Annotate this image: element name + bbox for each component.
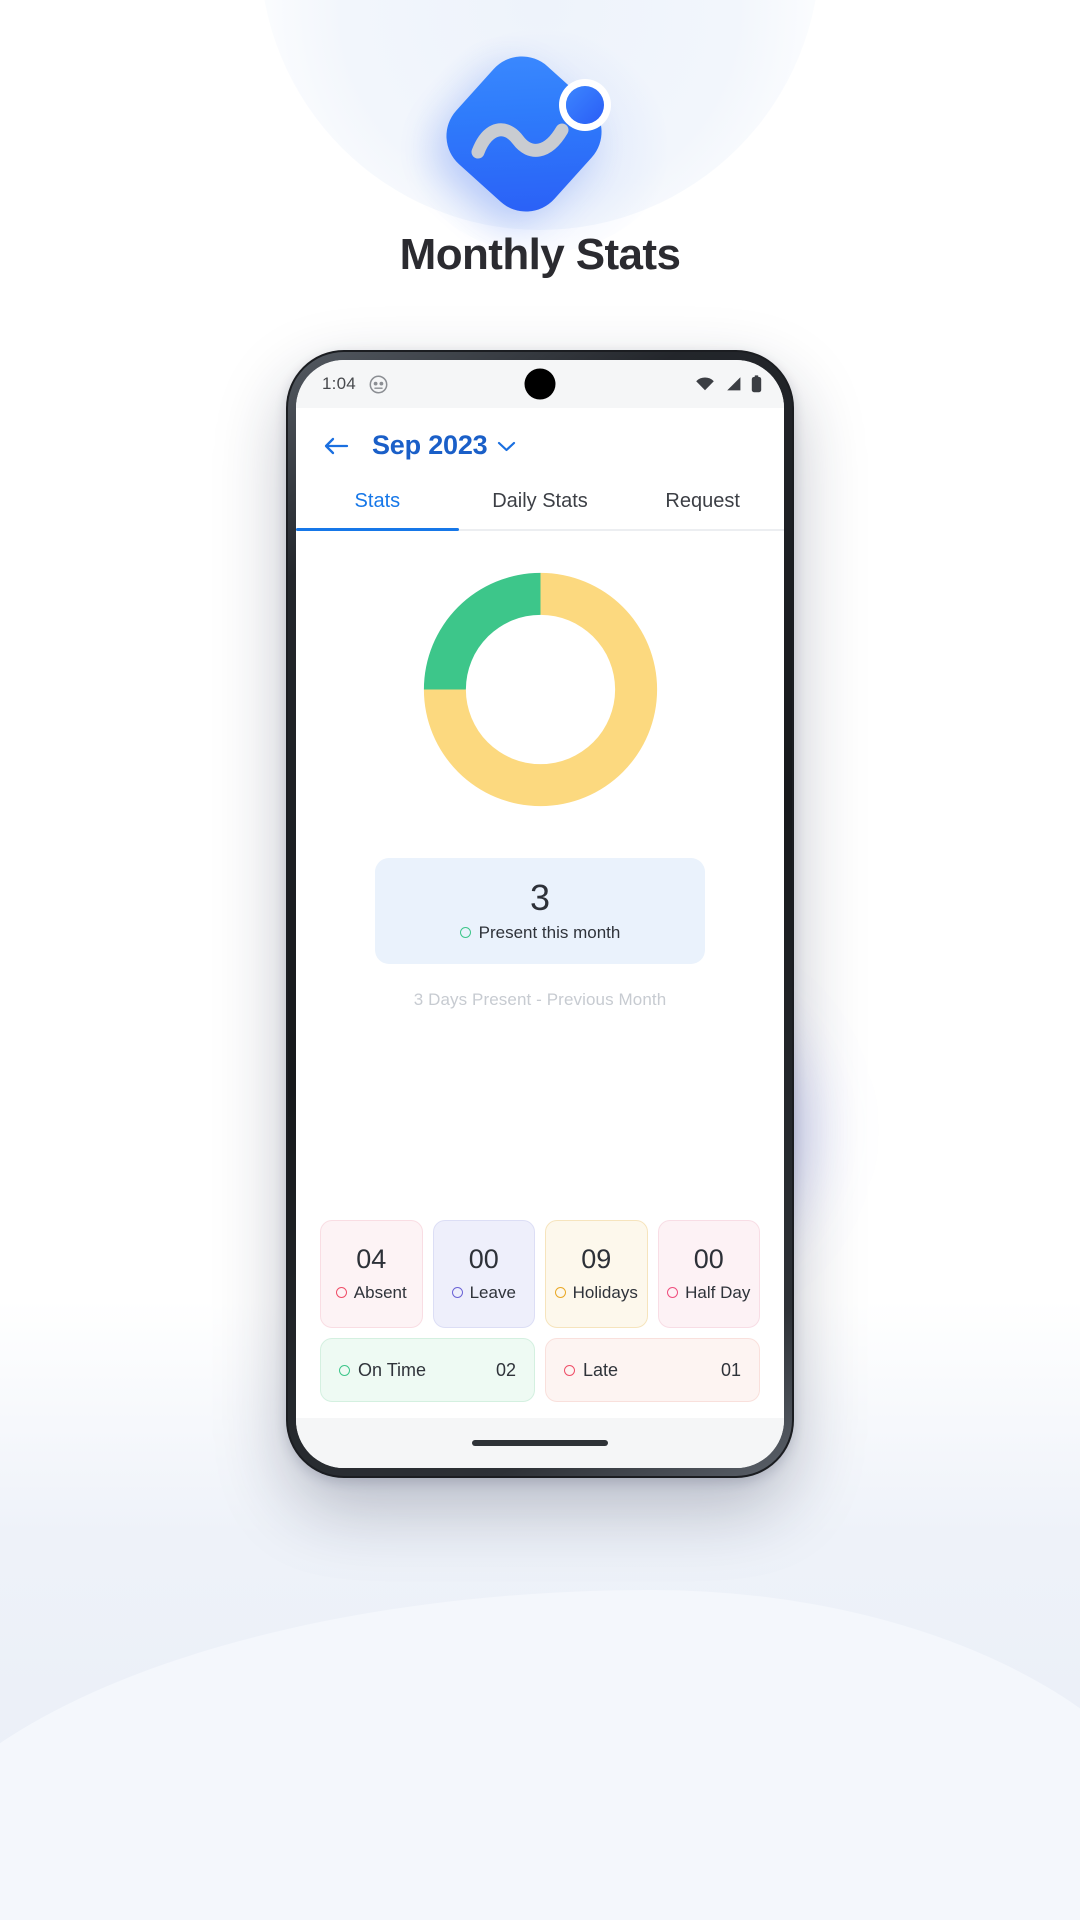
late-left: Late bbox=[564, 1360, 618, 1381]
tile-value: 04 bbox=[356, 1243, 387, 1274]
present-label-row: Present this month bbox=[459, 922, 621, 943]
home-gesture-bar[interactable] bbox=[472, 1440, 608, 1446]
on-time-bullet-icon bbox=[339, 1364, 350, 1376]
wide-value: 02 bbox=[495, 1359, 516, 1380]
tile-value: 09 bbox=[581, 1243, 612, 1274]
status-bar-left: 1:04 bbox=[322, 374, 388, 394]
tab-stats[interactable]: Stats bbox=[296, 477, 459, 531]
tile-label-row: Leave bbox=[451, 1282, 516, 1303]
tile-leave[interactable]: 00 Leave bbox=[432, 1220, 535, 1328]
navigation-area bbox=[296, 1418, 784, 1468]
present-bullet-icon bbox=[459, 927, 471, 938]
present-label: Present this month bbox=[478, 922, 621, 942]
stats-tiles-area: 04 Absent 00 Leave 09 Holidays 00 Half D… bbox=[320, 1220, 760, 1418]
tile-absent[interactable]: 04 Absent bbox=[320, 1220, 423, 1328]
back-arrow-icon[interactable] bbox=[322, 434, 350, 458]
camera-punch-hole bbox=[524, 368, 556, 400]
page-title: Monthly Stats bbox=[399, 230, 681, 279]
absent-bullet-icon bbox=[335, 1287, 347, 1298]
half-day-bullet-icon bbox=[667, 1287, 679, 1298]
logo-accent-dot bbox=[566, 86, 604, 124]
phone-screen: 1:04 Sep 2023 Stats Daily Stats Request … bbox=[296, 360, 784, 1468]
stats-content: 3 Present this month 3 Days Present - Pr… bbox=[296, 531, 784, 1418]
tile-holidays[interactable]: 09 Holidays bbox=[545, 1220, 648, 1328]
month-label: Sep 2023 bbox=[372, 430, 488, 460]
tile-label: Absent bbox=[353, 1282, 407, 1302]
donut-segment-present bbox=[423, 572, 540, 690]
tile-label: Half Day bbox=[685, 1282, 751, 1302]
owl-app-icon bbox=[369, 375, 388, 393]
previous-month-note: 3 Days Present - Previous Month bbox=[413, 990, 667, 1009]
tile-label-row: Absent bbox=[335, 1282, 407, 1303]
status-bar-clock: 1:04 bbox=[322, 374, 356, 393]
present-count: 3 bbox=[529, 876, 551, 918]
wide-value: 01 bbox=[720, 1359, 741, 1380]
cellular-signal-icon bbox=[727, 377, 741, 391]
tile-label: Holidays bbox=[572, 1282, 638, 1302]
tab-request[interactable]: Request bbox=[621, 477, 784, 529]
wide-label: Late bbox=[583, 1359, 619, 1380]
holidays-bullet-icon bbox=[554, 1287, 566, 1298]
donut-chart-svg bbox=[423, 572, 657, 807]
phone-mockup: 1:04 Sep 2023 Stats Daily Stats Request … bbox=[286, 350, 794, 1478]
tile-late[interactable]: Late 01 bbox=[545, 1338, 760, 1402]
wifi-icon bbox=[696, 377, 714, 391]
on-time-left: On Time bbox=[339, 1360, 426, 1381]
month-picker[interactable]: Sep 2023 bbox=[372, 430, 516, 461]
app-logo bbox=[405, 23, 675, 253]
app-header: Sep 2023 bbox=[296, 408, 784, 477]
wide-tile-row: On Time 02 Late 01 bbox=[320, 1338, 760, 1402]
stat-tile-row: 04 Absent 00 Leave 09 Holidays 00 Half D… bbox=[320, 1220, 760, 1328]
tile-half-day[interactable]: 00 Half Day bbox=[657, 1220, 760, 1328]
battery-full-icon bbox=[751, 375, 762, 393]
tile-label-row: Half Day bbox=[667, 1283, 750, 1303]
leave-bullet-icon bbox=[451, 1287, 463, 1298]
wide-label: On Time bbox=[358, 1359, 427, 1380]
status-bar: 1:04 bbox=[296, 360, 784, 408]
tile-value: 00 bbox=[468, 1243, 499, 1274]
tab-daily-stats[interactable]: Daily Stats bbox=[459, 477, 622, 529]
tile-value: 00 bbox=[693, 1243, 724, 1274]
chevron-down-icon[interactable] bbox=[497, 440, 516, 452]
status-bar-right bbox=[695, 375, 762, 393]
attendance-donut-chart bbox=[320, 557, 760, 822]
present-summary-card[interactable]: 3 Present this month bbox=[375, 858, 705, 964]
tile-on-time[interactable]: On Time 02 bbox=[320, 1338, 535, 1402]
tile-label: Leave bbox=[469, 1282, 516, 1302]
tab-bar: Stats Daily Stats Request bbox=[296, 477, 784, 531]
late-bullet-icon bbox=[564, 1364, 575, 1376]
tile-label-row: Holidays bbox=[554, 1282, 638, 1303]
